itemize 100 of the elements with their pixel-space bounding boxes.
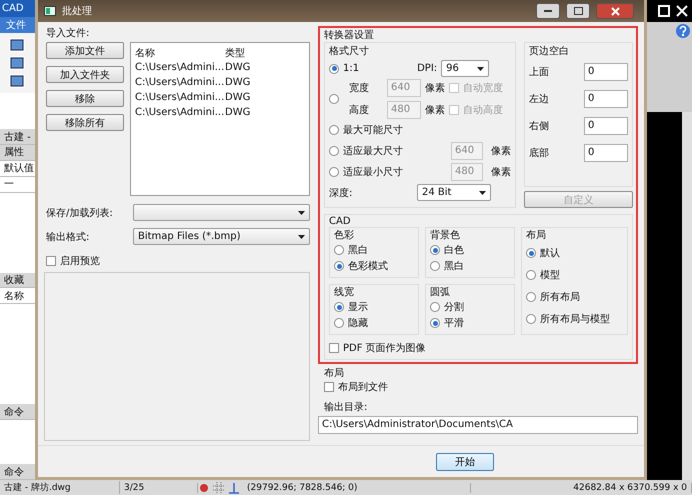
app-logo[interactable]: CAD [0,0,35,17]
option-label: 适应最大尺寸 [343,144,404,158]
panel-label[interactable]: 属性 [0,145,35,161]
option-label: 1:1 [343,63,360,74]
status-text: 古建 - 牌坊.dwg [0,481,120,494]
table-cell: C:\Users\Admini... [135,77,225,88]
checkbox[interactable] [329,343,339,353]
grid-icon[interactable] [213,482,225,494]
dpi-dropdown[interactable]: 96 [441,60,490,77]
action-button[interactable]: 移除 [46,90,124,107]
field-label: 深度: [329,186,354,200]
start-button[interactable]: 开始 [436,452,494,470]
radio-button[interactable] [430,245,440,255]
depth-dropdown[interactable]: 24 Bit [417,184,491,201]
panel-label[interactable]: 收藏 [0,272,35,288]
option-label: 黑白 [348,244,368,257]
radio-button[interactable] [334,245,344,255]
panel-label[interactable]: 命令 [0,464,35,480]
input-field[interactable]: 0 [584,144,628,162]
caret-icon [298,234,305,238]
radio-button[interactable] [329,64,339,74]
section-label: 转换器设置 [324,28,375,42]
radio-button[interactable] [526,314,536,324]
table-cell-text: DWG [225,92,252,103]
help-icon[interactable] [676,24,690,38]
field-label: 输出目录: [323,400,368,414]
toolbar-icon[interactable] [10,57,24,70]
action-button[interactable]: 添加文件 [46,42,124,59]
field-label: 高度 [348,104,370,117]
caret-icon [479,190,486,194]
checkbox-label: 布局到文件 [338,380,388,394]
table-cell-text: DWG [225,77,252,88]
scrollbar[interactable] [682,112,692,480]
option-label: 最大可能尺寸 [343,124,403,136]
radio-button[interactable] [334,318,344,328]
unit-label: 像素 [425,82,445,95]
section-label: 布局 [323,367,345,380]
path-field[interactable]: C:\Users\Administrator\Documents\CA [318,416,638,434]
close-button[interactable] [596,3,634,19]
radio-button[interactable] [430,318,440,328]
radio-button[interactable] [334,302,344,312]
option-label: 分割 [444,300,464,314]
radio-button[interactable] [430,302,440,312]
maximize-button[interactable] [566,3,590,19]
checkbox-label: 启用预览 [60,254,100,268]
checkbox[interactable] [324,382,334,392]
field-label: 左边 [529,92,549,106]
radio-button[interactable] [329,94,339,104]
close-icon[interactable] [676,5,688,17]
group-title: 页边空白 [529,44,570,58]
toolbar-icon[interactable] [10,75,24,88]
window-title: 批处理 [62,4,93,18]
table-cell: C:\Users\Admini... [135,107,225,118]
panel-label[interactable]: 古建 - [0,129,35,146]
status-text: 3/25 [120,482,198,492]
column-header[interactable]: 名称 [135,46,225,60]
table-cell-text: DWG [225,62,252,73]
checkbox-label: PDF 页面作为图像 [343,342,426,355]
radio-button[interactable] [526,248,536,258]
action-button[interactable]: 加入文件夹 [46,66,124,83]
table-cell-text: DWG [225,107,252,118]
input-field[interactable]: 0 [584,62,628,80]
list-dropdown[interactable] [133,204,310,221]
option-label: 黑白 [444,260,464,273]
radio-button[interactable] [329,124,339,134]
group-title: 布局 [526,229,547,242]
panel-label[interactable]: 命令 [0,404,35,420]
checkbox-label: 自动宽度 [463,82,503,95]
toolbar-icon[interactable] [10,39,24,52]
format-dropdown[interactable]: Bitmap Files (*.bmp) [133,228,310,245]
radio-button[interactable] [430,261,440,271]
field-label: 底部 [529,146,549,160]
menu-item[interactable]: 文件 [0,16,35,34]
radio-button[interactable] [526,270,536,280]
option-label: 默认 [540,247,560,260]
maximize-icon[interactable] [658,5,670,17]
status-text: 42682.84 x 6370.599 x 0 [569,482,692,492]
column-header[interactable]: 类型 [225,46,305,60]
radio-button[interactable] [526,292,536,302]
group-title: 色彩 [334,229,355,242]
maximize-icon [574,7,582,15]
option-label: 所有布局 [540,290,580,304]
table-cell: C:\Users\Admini... [135,92,225,103]
snap-icon[interactable] [198,482,210,494]
ortho-icon[interactable] [228,482,240,494]
option-label: 色彩模式 [348,260,388,273]
unit-label: 像素 [491,166,511,178]
input-field[interactable]: 0 [584,116,628,134]
radio-button[interactable] [334,261,344,271]
section-label: 导入文件: [46,26,90,40]
input-field[interactable]: 0 [584,90,628,108]
checkbox[interactable] [46,256,56,266]
dpi-label: DPI: [417,63,438,74]
close-icon [610,6,620,16]
action-button[interactable]: 移除所有 [46,114,124,131]
option-label: 白色 [444,244,464,257]
minimize-button[interactable] [536,3,560,19]
unit-label: 像素 [491,144,511,158]
group-title: CAD [329,216,352,227]
field-label: 右侧 [529,120,549,132]
